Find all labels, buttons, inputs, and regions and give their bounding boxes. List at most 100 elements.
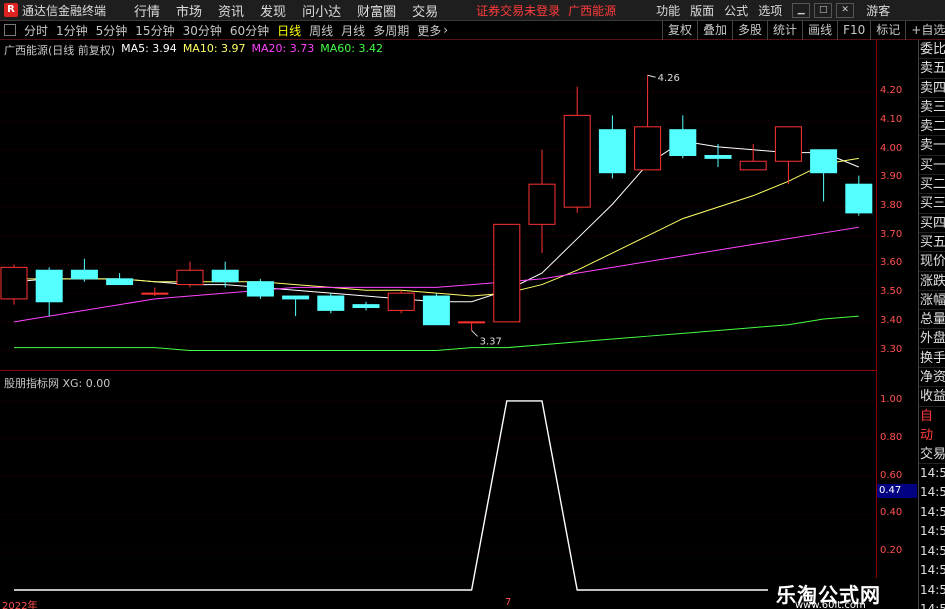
overlay-button[interactable]: 叠加: [697, 21, 732, 40]
candle-body: [563, 114, 591, 208]
menu-options[interactable]: 选项: [758, 2, 782, 19]
candle-body: [106, 278, 134, 286]
candle-body: [774, 126, 802, 162]
menu-item-ask[interactable]: 问小达: [302, 1, 341, 20]
candle-body: [141, 292, 169, 295]
tick-time: 14:56: [920, 563, 945, 578]
draw-line-button[interactable]: 画线: [802, 21, 837, 40]
candle-body: [422, 295, 450, 326]
price-tick-label: 4.20: [880, 85, 903, 97]
period-15min[interactable]: 15分钟: [135, 22, 174, 39]
ma-line-ma10: [14, 157, 859, 297]
candle-body: [669, 129, 697, 157]
legend-ma5: MA5: 3.94: [121, 42, 177, 55]
indicator-tick-label: 0.60: [880, 469, 903, 481]
price-tick-label: 3.80: [880, 200, 903, 212]
menu-function[interactable]: 功能: [656, 2, 680, 19]
more-chevron-icon[interactable]: ›: [443, 23, 448, 37]
menu-item-trade[interactable]: 交易: [412, 1, 438, 20]
time-axis-month: 7: [505, 597, 512, 608]
quote-field-label: 买五: [919, 233, 945, 253]
period-more[interactable]: 更多: [417, 22, 441, 39]
period-30min[interactable]: 30分钟: [183, 22, 222, 39]
candle-body: [176, 269, 204, 286]
high-pointer: [647, 74, 656, 78]
menu-item-market[interactable]: 市场: [176, 1, 202, 20]
tick-time: 14:56: [920, 504, 945, 519]
tick-time: 14:56: [919, 600, 945, 609]
period-daily[interactable]: 日线: [277, 22, 301, 39]
period-1min[interactable]: 1分钟: [56, 22, 88, 39]
price-tick-label: 3.70: [880, 228, 903, 240]
quote-field-label: 换手: [919, 349, 945, 369]
indicator-chart[interactable]: [0, 372, 876, 600]
period-multi[interactable]: 多周期: [373, 22, 409, 39]
price-tick-label: 4.00: [880, 142, 903, 154]
quote-field-label: 净资: [919, 368, 945, 388]
app-title: 通达信金融终端: [22, 3, 107, 18]
candle-body: [352, 304, 380, 309]
price-tick-label: 3.90: [880, 171, 903, 183]
menu-layout[interactable]: 版面: [690, 2, 714, 19]
tick-time: 14:56: [920, 524, 945, 539]
statistics-button[interactable]: 统计: [767, 21, 802, 40]
adjust-button[interactable]: 复权: [662, 21, 697, 40]
close-button[interactable]: ✕: [836, 2, 855, 18]
indicator-tick-label: 0.80: [880, 431, 903, 443]
period-5min[interactable]: 5分钟: [96, 22, 128, 39]
price-tick-label: 3.60: [880, 257, 903, 269]
period-60min[interactable]: 60分钟: [230, 22, 269, 39]
minimize-button[interactable]: ▁: [792, 2, 811, 18]
quote-field-label: 现价: [919, 252, 945, 272]
window-controls: ▁ □ ✕: [788, 2, 855, 18]
candle-body: [317, 295, 345, 311]
ma-line-ma5: [13, 140, 859, 303]
quote-field-label: 涨跌: [919, 272, 945, 291]
menu-item-quotes[interactable]: 行情: [134, 1, 160, 20]
low-label: 3.37: [480, 336, 502, 347]
candle-body: [493, 223, 521, 323]
xg-line: [14, 400, 859, 591]
login-status[interactable]: 证券交易未登录: [476, 2, 560, 19]
menu-item-discover[interactable]: 发现: [260, 1, 286, 20]
price-tick-label: 3.30: [880, 343, 903, 355]
trade-label[interactable]: 交易: [919, 445, 945, 464]
menu-item-wealth[interactable]: 财富圈: [357, 1, 396, 20]
candlestick-chart[interactable]: 4.26 3.37: [0, 40, 876, 371]
period-weekly[interactable]: 周线: [309, 22, 333, 39]
quote-field-label: 卖三: [919, 98, 945, 118]
low-pointer: [471, 330, 478, 337]
quote-field-label: 买二: [919, 175, 945, 195]
time-axis-year: 2022年: [2, 601, 38, 609]
f10-button[interactable]: F10: [837, 21, 870, 40]
add-watchlist-button[interactable]: +自选: [905, 21, 945, 40]
app-logo-icon: R: [4, 3, 18, 17]
maximize-button[interactable]: □: [814, 2, 833, 18]
candle-body: [528, 183, 556, 225]
price-tick-label: 4.10: [880, 114, 903, 126]
menu-formula[interactable]: 公式: [724, 2, 748, 19]
menu-item-news[interactable]: 资讯: [218, 1, 244, 20]
quote-field-label: 收益: [919, 387, 945, 407]
quote-field-label: 卖四: [919, 79, 945, 98]
candle-body: [458, 321, 486, 324]
panel-toggle-icon[interactable]: [4, 24, 16, 36]
quote-field-label: 委比: [919, 40, 945, 60]
indicator-legend: 股朋指标网 XG: 0.00: [4, 377, 111, 390]
period-toolbar: 分时 1分钟 5分钟 15分钟 30分钟 60分钟 日线 周线 月线 多周期 更…: [0, 21, 945, 40]
indicator-tick-label: 0.20: [880, 545, 903, 557]
tick-time: 14:56: [920, 582, 945, 597]
period-timeshare[interactable]: 分时: [24, 22, 48, 39]
period-monthly[interactable]: 月线: [341, 22, 365, 39]
candle-body: [70, 269, 98, 280]
candle-body: [739, 160, 767, 171]
legend-ma20: MA20: 3.73: [251, 42, 315, 55]
candle-body: [0, 266, 28, 300]
mark-button[interactable]: 标记: [870, 21, 905, 40]
auto-trade-label[interactable]: 自动: [919, 407, 945, 445]
candle-body: [211, 269, 239, 283]
quote-field-label: 买一: [919, 156, 945, 176]
guest-user[interactable]: 游客: [866, 2, 890, 19]
multi-stock-button[interactable]: 多股: [732, 21, 767, 40]
quote-field-label: 买四: [919, 214, 945, 233]
